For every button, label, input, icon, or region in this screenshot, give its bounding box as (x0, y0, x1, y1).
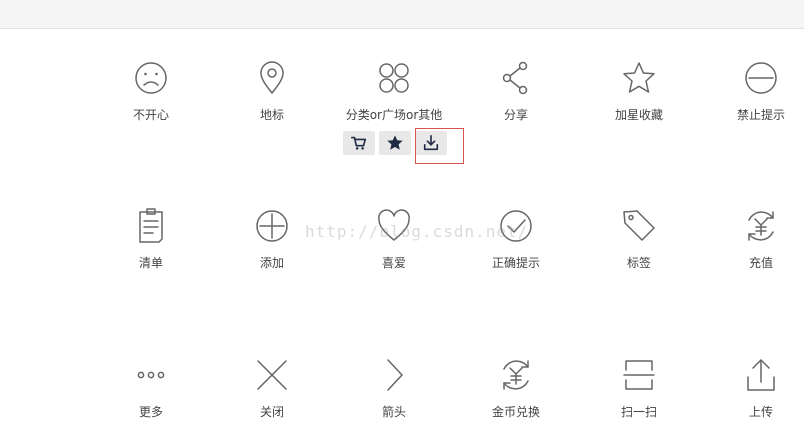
icon-label: 正确提示 (491, 256, 540, 270)
icon-cell-share[interactable]: 分享 (461, 58, 571, 138)
icon-label: 充值 (748, 256, 773, 270)
heart-icon (378, 209, 410, 241)
icon-label: 喜爱 (381, 256, 406, 270)
close-x-icon (257, 360, 287, 390)
cart-icon (350, 136, 367, 150)
grid-circles-icon (379, 63, 409, 93)
icon-cell-recharge[interactable]: 充值 (706, 206, 804, 286)
icon-cell-tag[interactable]: 标签 (584, 206, 694, 286)
icon-label: 添加 (259, 256, 284, 270)
icon-label: 金币兑换 (491, 405, 540, 419)
chevron-right-icon (387, 359, 403, 391)
share-icon (502, 61, 528, 95)
icon-cell-forbid[interactable]: 禁止提示 (706, 58, 804, 138)
clipboard-list-icon (139, 208, 163, 243)
icon-cell-upload[interactable]: 上传 (706, 355, 804, 435)
icon-cell-like[interactable]: 喜爱 (339, 206, 449, 286)
minus-circle-icon (745, 62, 777, 94)
icon-cell-arrow[interactable]: 箭头 (339, 355, 449, 435)
icon-cell-close[interactable]: 关闭 (217, 355, 327, 435)
icon-label: 禁止提示 (736, 108, 785, 122)
icon-label: 上传 (748, 405, 773, 419)
icon-label: 加星收藏 (614, 108, 663, 122)
mini-toolbar (343, 131, 447, 155)
icon-cell-correct[interactable]: 正确提示 (461, 206, 571, 286)
yuan-refresh-icon (748, 211, 774, 241)
icon-label: 箭头 (381, 405, 406, 419)
star-button[interactable] (379, 131, 411, 155)
tag-icon (623, 210, 655, 241)
icon-label: 分类or广场or其他 (345, 108, 443, 122)
plus-circle-icon (256, 210, 288, 242)
icon-label: 更多 (138, 405, 163, 419)
location-pin-icon (260, 61, 284, 94)
icon-label: 扫一扫 (620, 405, 657, 419)
icon-cell-add[interactable]: 添加 (217, 206, 327, 286)
check-circle-icon (500, 210, 532, 242)
icon-label: 关闭 (259, 405, 284, 419)
star-filled-icon (387, 135, 403, 150)
coin-exchange-icon (503, 360, 529, 390)
icon-cell-more[interactable]: 更多 (96, 355, 206, 435)
download-button[interactable] (415, 131, 447, 155)
icon-cell-scan[interactable]: 扫一扫 (584, 355, 694, 435)
icon-label: 清单 (138, 256, 163, 270)
icon-label: 分享 (503, 108, 528, 122)
icon-label: 标签 (626, 256, 651, 270)
scan-icon (623, 360, 655, 390)
top-bar (0, 0, 804, 29)
download-icon (423, 134, 439, 151)
cart-button[interactable] (343, 131, 375, 155)
sad-face-icon (135, 62, 167, 94)
icon-label: 不开心 (132, 108, 169, 122)
icon-cell-category[interactable]: 分类or广场or其他 (339, 58, 449, 138)
icon-label: 地标 (259, 108, 284, 122)
more-dots-icon (137, 371, 165, 379)
icon-cell-landmark[interactable]: 地标 (217, 58, 327, 138)
icon-cell-favorite[interactable]: 加星收藏 (584, 58, 694, 138)
icon-cell-unhappy[interactable]: 不开心 (96, 58, 206, 138)
star-outline-icon (623, 62, 655, 93)
upload-icon (747, 359, 775, 391)
icon-cell-list[interactable]: 清单 (96, 206, 206, 286)
icon-cell-coin-exchange[interactable]: 金币兑换 (461, 355, 571, 435)
